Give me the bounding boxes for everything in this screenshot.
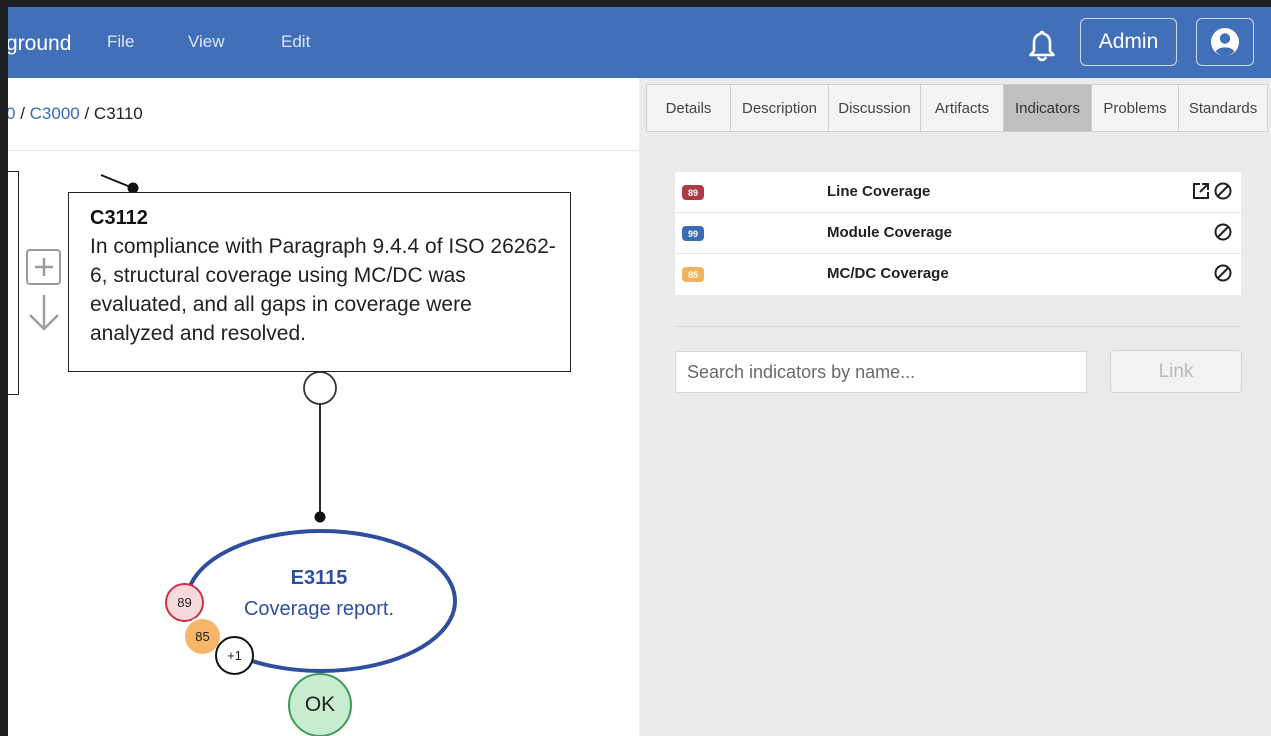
claim-text: In compliance with Paragraph 9.4.4 of IS… (90, 235, 556, 345)
tab-discussion[interactable]: Discussion (828, 84, 920, 132)
indicator-actions (1213, 222, 1233, 242)
indicator-badge-more[interactable]: +1 (215, 636, 254, 675)
menu-edit[interactable]: Edit (281, 32, 310, 52)
indicator-score: 89 (682, 185, 704, 200)
indicator-list: 89 Line Coverage 99 Module Coverage 85 M… (675, 172, 1241, 295)
indicator-score: 99 (682, 226, 704, 241)
tab-details[interactable]: Details (646, 84, 730, 132)
indicator-name: Line Coverage (827, 183, 931, 200)
user-circle-icon (1211, 28, 1239, 56)
link-button[interactable]: Link (1110, 350, 1242, 393)
tab-bar: Details Description Discussion Artifacts… (646, 84, 1268, 132)
app-window: ground File View Edit Admin 0 / C3000 / … (8, 7, 1271, 736)
expand-button[interactable] (26, 249, 61, 285)
tab-standards[interactable]: Standards (1178, 84, 1268, 132)
indicator-row[interactable]: 99 Module Coverage (675, 213, 1241, 254)
menu-file[interactable]: File (107, 32, 134, 52)
details-panel: Details Description Discussion Artifacts… (639, 78, 1271, 736)
indicator-actions (1191, 181, 1233, 201)
breadcrumb-parent[interactable]: C3000 (30, 104, 80, 123)
breadcrumb-separator: / (79, 104, 94, 123)
plus-square-icon (34, 258, 53, 276)
indicator-row[interactable]: 85 MC/DC Coverage (675, 254, 1241, 295)
indicator-search-input[interactable] (675, 351, 1087, 393)
external-link-icon[interactable] (1191, 181, 1211, 201)
indicator-row[interactable]: 89 Line Coverage (675, 172, 1241, 213)
app-title: ground (8, 32, 72, 55)
indicator-name: Module Coverage (827, 224, 953, 241)
indicator-score: 85 (682, 267, 704, 282)
menu-view[interactable]: View (188, 32, 225, 52)
indicator-badge-line[interactable]: 89 (165, 583, 204, 622)
claim-id: C3112 (90, 207, 148, 229)
ban-icon[interactable] (1213, 263, 1233, 283)
account-button[interactable] (1196, 18, 1254, 66)
indicator-name: MC/DC Coverage (827, 265, 949, 282)
tab-problems[interactable]: Problems (1091, 84, 1178, 132)
evidence-text[interactable]: Coverage report. (208, 598, 430, 621)
status-ok[interactable]: OK (288, 673, 352, 736)
ban-icon[interactable] (1213, 181, 1233, 201)
breadcrumb-separator: / (15, 104, 30, 123)
evidence-id[interactable]: E3115 (248, 567, 390, 590)
breadcrumb: 0 / C3000 / C3110 (8, 104, 143, 124)
top-bar: ground File View Edit Admin (8, 7, 1271, 78)
divider (675, 326, 1241, 327)
claim-node[interactable]: C3112 In compliance with Paragraph 9.4.4… (68, 192, 571, 372)
ban-icon[interactable] (1213, 222, 1233, 242)
connector-dot-bottom (314, 511, 326, 523)
breadcrumb-current: C3110 (93, 104, 143, 123)
bell-icon[interactable] (1027, 29, 1057, 63)
tab-artifacts[interactable]: Artifacts (920, 84, 1003, 132)
graph-canvas[interactable]: C3112 In compliance with Paragraph 9.4.4… (8, 151, 639, 736)
indicator-actions (1213, 263, 1233, 283)
arrow-down-icon[interactable] (26, 291, 62, 333)
connector-port (303, 371, 337, 405)
tab-indicators[interactable]: Indicators (1003, 84, 1091, 132)
admin-button[interactable]: Admin (1080, 18, 1177, 66)
tab-description[interactable]: Description (730, 84, 828, 132)
